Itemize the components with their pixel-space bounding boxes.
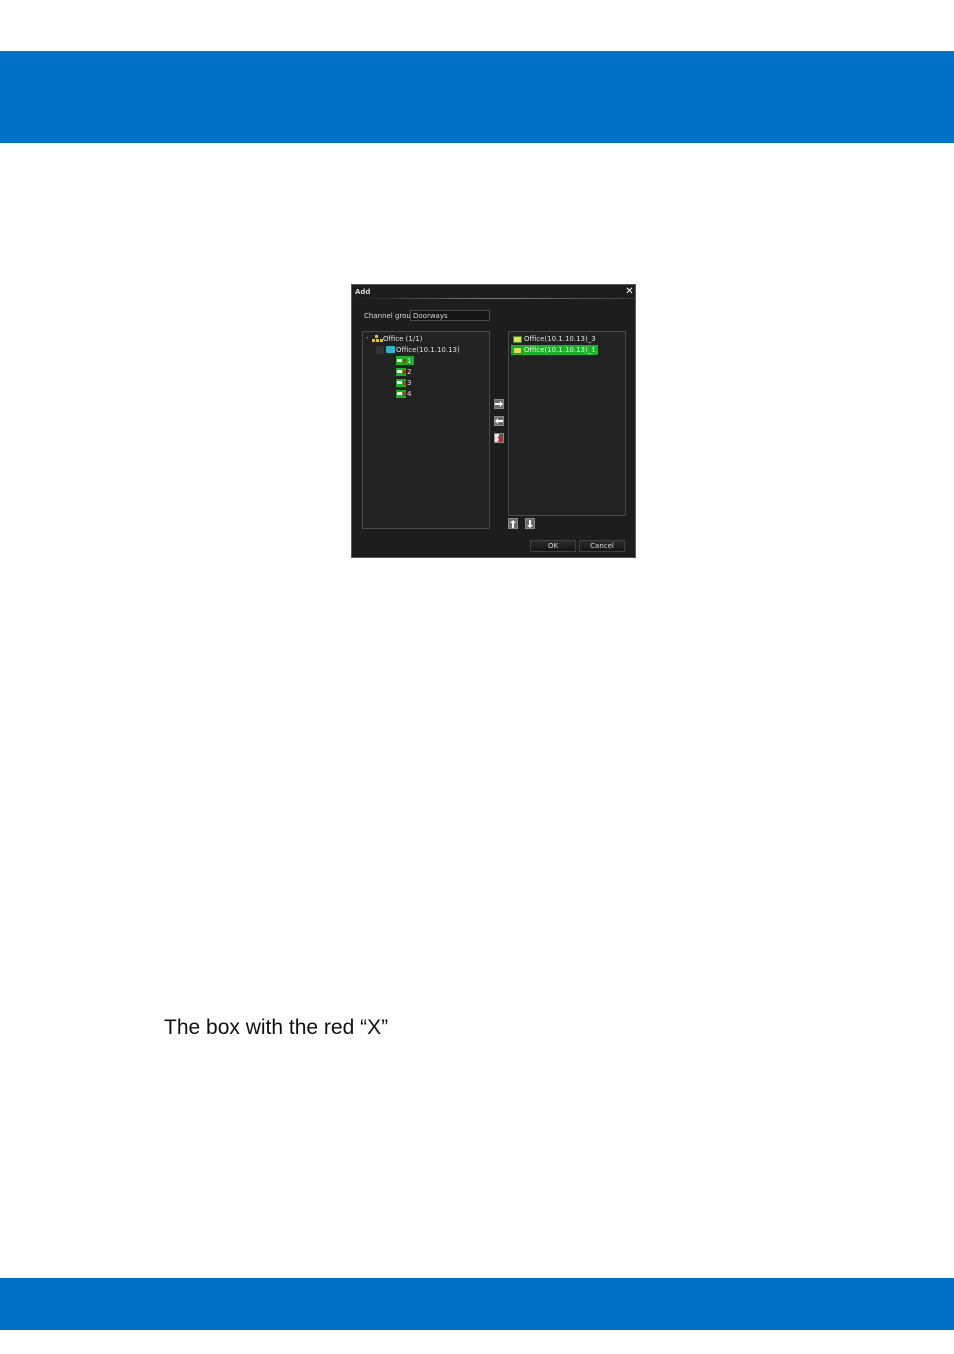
- camera-icon: [396, 389, 406, 398]
- list-item-label: Office(10.1.10.13)_3: [524, 335, 596, 343]
- tree-channel-1[interactable]: 1: [396, 356, 415, 365]
- camera-icon: [396, 378, 406, 387]
- move-down-button[interactable]: [525, 518, 535, 529]
- camera-icon: [396, 356, 406, 365]
- collapse-icon[interactable]: [376, 345, 384, 354]
- clear-all-button[interactable]: [494, 433, 504, 443]
- dialog-title: Add: [355, 288, 371, 296]
- caption-text: The box with the red “X”: [164, 1016, 389, 1039]
- channel-group-input[interactable]: Doorways: [410, 310, 490, 321]
- tree-root-label: Office (1/1): [383, 334, 423, 343]
- title-divider: [352, 298, 635, 299]
- tree-channel-2[interactable]: 2: [396, 367, 411, 376]
- header-band: [0, 51, 954, 143]
- arrow-down-icon: [527, 519, 533, 528]
- channel-group-label: Channel group: [364, 312, 416, 320]
- camera-icon: [396, 367, 406, 376]
- tree-device-label: Office(10.1.10.13): [396, 345, 460, 354]
- move-up-button[interactable]: [508, 518, 518, 529]
- close-icon[interactable]: ✕: [624, 286, 635, 297]
- selected-channels-panel[interactable]: Office(10.1.10.13)_3 Office(10.1.10.13)_…: [508, 331, 626, 516]
- remove-left-button[interactable]: [494, 416, 504, 426]
- channel-label: 2: [407, 367, 412, 376]
- cancel-button[interactable]: Cancel: [579, 540, 625, 552]
- add-dialog: Add ✕ Channel group Doorways - Office (1…: [351, 284, 636, 558]
- channel-icon: [513, 335, 522, 343]
- network-icon: [372, 335, 383, 342]
- add-right-button[interactable]: [494, 399, 504, 409]
- list-item-label: Office(10.1.10.13)_1: [524, 346, 596, 354]
- footer-band: [0, 1278, 954, 1330]
- channel-tree-panel[interactable]: - Office (1/1) Office(10.1.10.13) 1 2 3 …: [362, 331, 490, 529]
- delete-x-icon: [495, 434, 503, 442]
- channel-label: 1: [407, 356, 412, 365]
- arrow-up-icon: [510, 519, 516, 528]
- channel-label: 4: [407, 389, 412, 398]
- tree-node-root[interactable]: - Office (1/1): [366, 334, 422, 343]
- ok-button[interactable]: OK: [530, 540, 576, 552]
- tree-channel-4[interactable]: 4: [396, 389, 411, 398]
- list-item-selected[interactable]: Office(10.1.10.13)_1: [511, 345, 598, 355]
- arrow-right-icon: [495, 401, 503, 407]
- list-item[interactable]: Office(10.1.10.13)_3: [511, 334, 598, 344]
- arrow-left-icon: [495, 418, 503, 424]
- device-icon: [386, 346, 395, 353]
- tree-node-device[interactable]: Office(10.1.10.13): [376, 345, 460, 354]
- tree-channel-3[interactable]: 3: [396, 378, 411, 387]
- channel-icon: [513, 346, 522, 354]
- channel-label: 3: [407, 378, 412, 387]
